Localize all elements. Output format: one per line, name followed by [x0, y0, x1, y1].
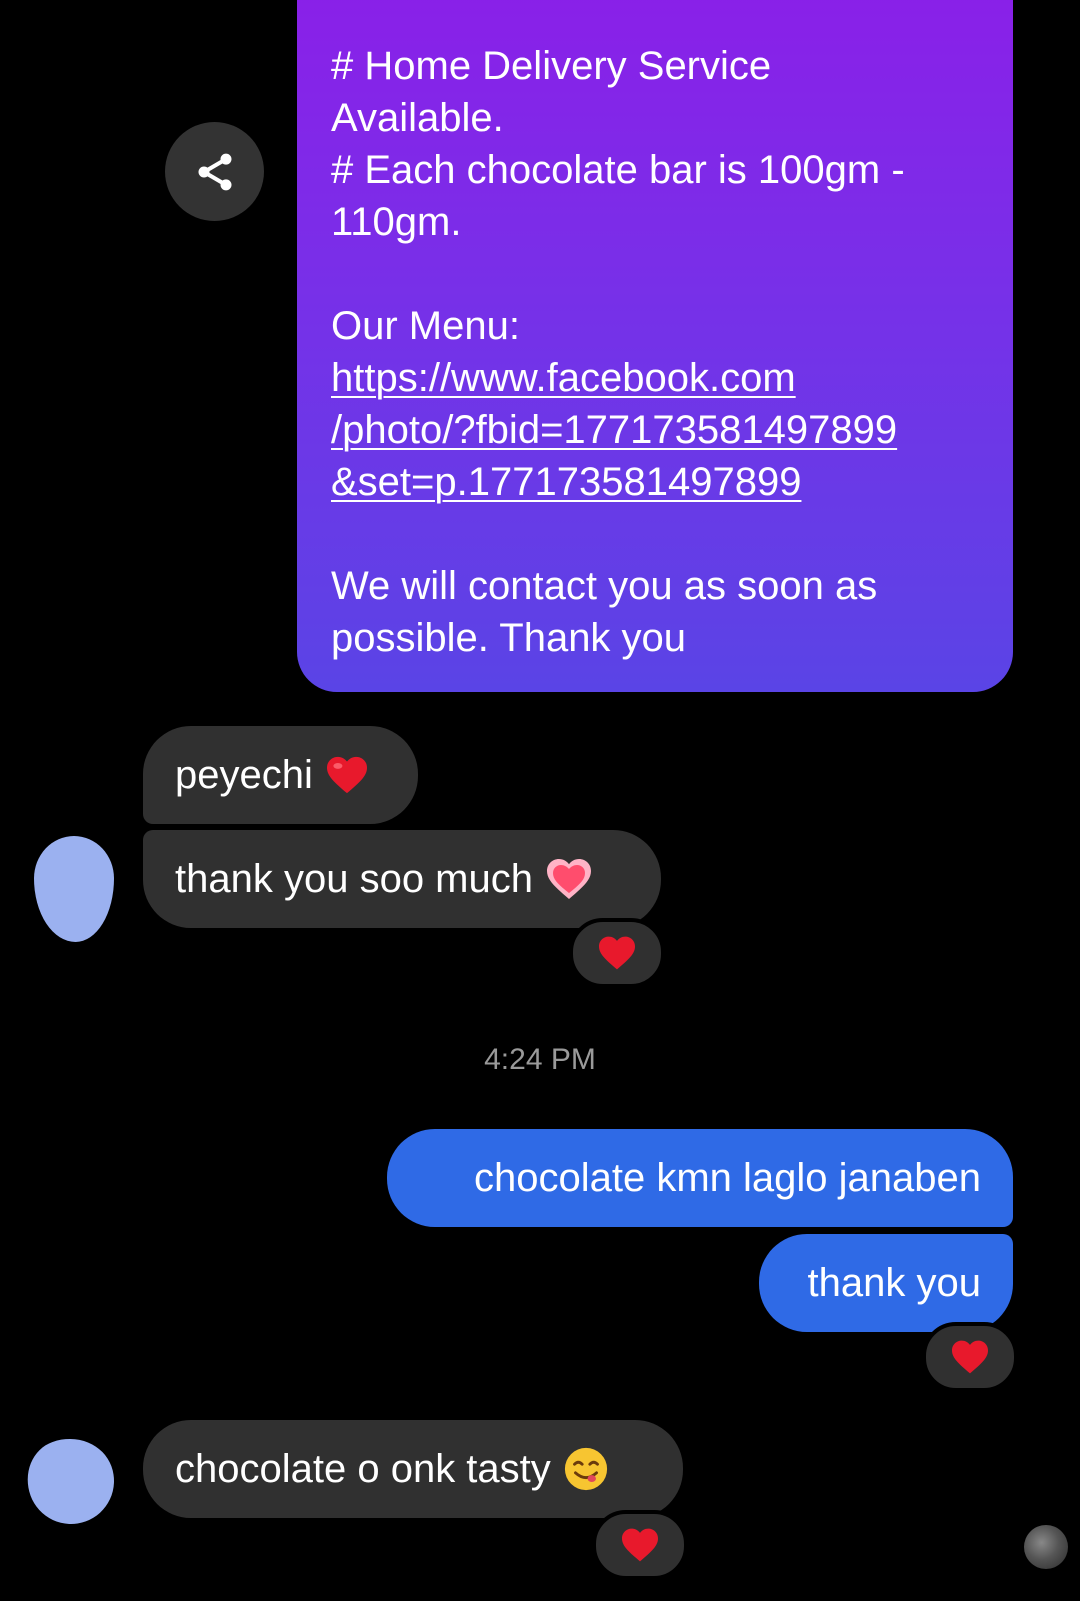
- contact-avatar[interactable]: [15, 1425, 127, 1537]
- incoming-message-bubble[interactable]: peyechi: [143, 726, 418, 824]
- seen-avatar: [1024, 1525, 1068, 1569]
- growing-heart-icon: [547, 859, 591, 899]
- message-text: chocolate o onk tasty: [175, 1447, 551, 1491]
- outgoing-message-bubble-info[interactable]: # Home Delivery Service Available. # Eac…: [297, 0, 1013, 692]
- red-heart-icon: [952, 1340, 988, 1374]
- message-timestamp: 4:24 PM: [484, 1043, 596, 1076]
- message-line: possible. Thank you: [331, 616, 687, 660]
- menu-link-line-1[interactable]: https://www.facebook.com: [331, 352, 977, 404]
- contact-avatar[interactable]: [34, 836, 114, 942]
- reaction-badge[interactable]: [922, 1322, 1018, 1392]
- red-heart-icon: [599, 936, 635, 970]
- incoming-message-bubble[interactable]: chocolate o onk tasty: [143, 1420, 683, 1518]
- red-heart-icon: [622, 1528, 658, 1562]
- menu-label: Our Menu:: [331, 304, 520, 348]
- red-heart-icon: [326, 756, 367, 794]
- message-line: # Home Delivery Service: [331, 44, 772, 88]
- menu-link-line-3[interactable]: &set=p.177173581497899: [331, 456, 977, 508]
- message-line: We will contact you as soon as: [331, 564, 878, 608]
- message-text: thank you soo much: [175, 857, 533, 901]
- outgoing-message-bubble[interactable]: chocolate kmn laglo janaben: [387, 1129, 1013, 1227]
- message-line: # Each chocolate bar is 100gm -: [331, 148, 905, 192]
- reaction-badge[interactable]: [592, 1510, 688, 1580]
- message-text: chocolate kmn laglo janaben: [473, 1156, 981, 1200]
- share-icon: [198, 153, 231, 190]
- incoming-message-bubble[interactable]: thank you soo much: [143, 830, 661, 928]
- reaction-badge[interactable]: [569, 918, 665, 988]
- face-savoring-food-icon: [564, 1447, 607, 1491]
- share-button[interactable]: [165, 122, 264, 221]
- outgoing-message-bubble[interactable]: thank you: [759, 1234, 1013, 1332]
- message-line: 110gm.: [331, 200, 462, 244]
- menu-link-line-2[interactable]: /photo/?fbid=177173581497899: [331, 404, 977, 456]
- message-text: peyechi: [175, 753, 313, 797]
- message-line: Available.: [331, 96, 504, 140]
- message-text: thank you: [807, 1261, 981, 1305]
